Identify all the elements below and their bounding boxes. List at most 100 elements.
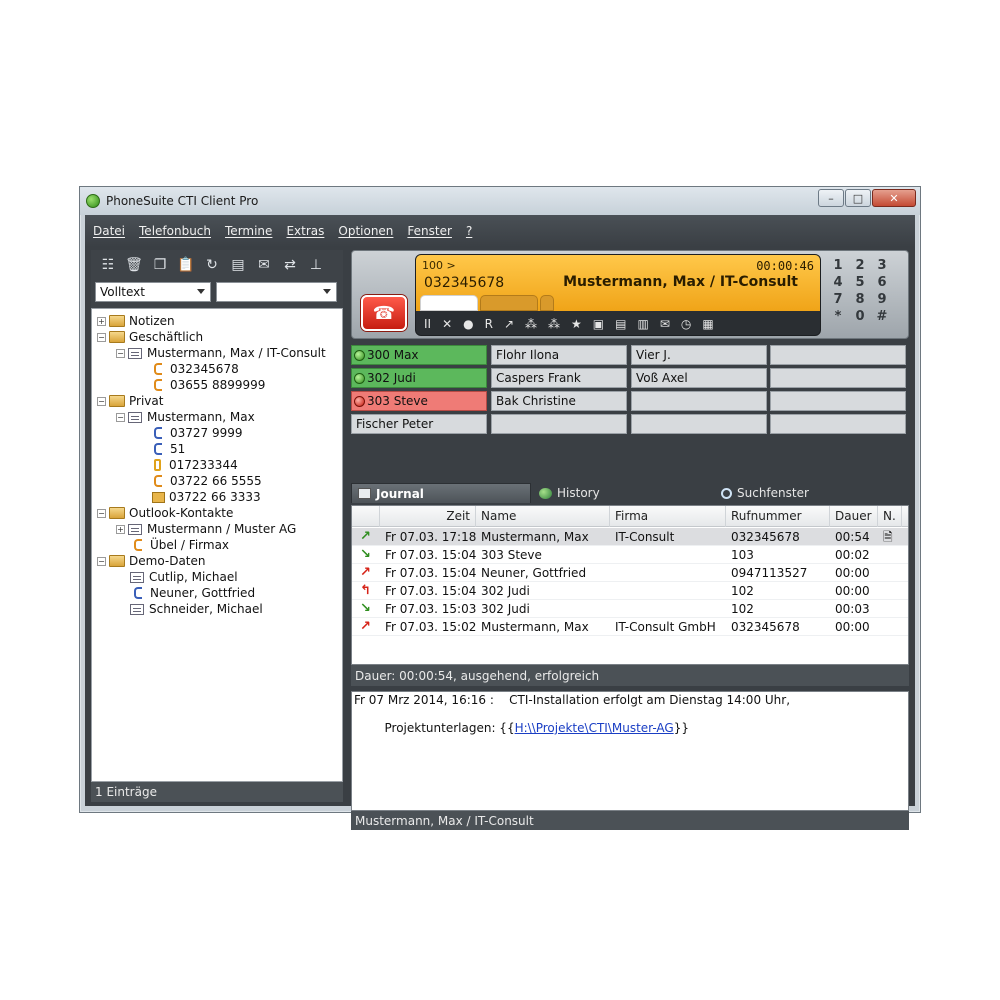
delete-icon[interactable]: 🗑 [125,256,143,274]
tree-node-contact[interactable]: − Mustermann, Max / IT-Consult [92,345,342,361]
tree-node-number[interactable]: 03655 8899999 [92,377,342,393]
recall-icon[interactable]: R [485,317,493,331]
expand-icon[interactable]: + [97,316,106,326]
table-row[interactable]: ↘ Fr 07.03. 15:04 303 Steve 103 00:02 [352,546,908,564]
close-button[interactable]: ✕ [872,189,916,207]
call-extension[interactable]: 100 > [422,259,456,272]
tree-node-contact[interactable]: + Mustermann / Muster AG [92,521,342,537]
mail-icon[interactable]: ✉ [255,256,273,274]
key-0[interactable]: 0 [850,309,870,325]
tree-node-contact[interactable]: Übel / Firmax [92,537,342,553]
tree-node-demo[interactable]: − Demo-Daten [92,553,342,569]
tree-node-contact[interactable]: Schneider, Michael [92,601,342,617]
key-5[interactable]: 5 [850,275,870,291]
key-3[interactable]: 3 [872,258,892,274]
blf-key[interactable]: Fischer Peter [351,414,487,434]
tree-node-privat[interactable]: − Privat [92,393,342,409]
minimize-button[interactable]: – [818,189,844,207]
tree-node-number[interactable]: 03722 66 3333 [92,489,342,505]
transfer-icon[interactable]: ↗ [504,317,514,331]
tree-node-contact[interactable]: − Mustermann, Max [92,409,342,425]
table-row[interactable]: ↗ Fr 07.03. 15:02 Mustermann, Max IT-Consul… [352,618,908,636]
drop-call-icon[interactable]: ✕ [442,317,452,331]
collapse-icon[interactable]: − [97,556,106,566]
phonebook-icon[interactable]: ▥ [637,317,648,331]
blf-key[interactable] [770,414,906,434]
call-tab-contact[interactable] [480,295,538,311]
key-2[interactable]: 2 [850,258,870,274]
tree-node-number[interactable]: 032345678 [92,361,342,377]
call-tab-extra[interactable] [540,295,554,311]
header-notes[interactable]: N. [878,506,902,527]
blf-key[interactable] [770,368,906,388]
menu-datei[interactable]: Datei [93,224,125,238]
tree-node-number[interactable]: 017233344 [92,457,342,473]
table-row[interactable]: ↰ Fr 07.03. 15:04 302 Judi 102 00:00 [352,582,908,600]
paste-icon[interactable]: 📋 [177,256,195,274]
favorite-icon[interactable]: ★ [571,317,582,331]
clock-icon[interactable]: ◷ [681,317,691,331]
menu-optionen[interactable]: Optionen [338,224,393,238]
expand-icon[interactable]: + [116,524,125,534]
hold-icon[interactable]: II [424,317,431,331]
blf-key[interactable] [770,391,906,411]
sync-icon[interactable]: ⇄ [281,256,299,274]
collapse-icon[interactable]: − [116,348,125,358]
conference-add-icon[interactable]: ⁂ [548,317,560,331]
conference-icon[interactable]: ⁂ [525,317,537,331]
call-tab-active[interactable] [420,295,478,311]
blf-key[interactable] [770,345,906,365]
tree-node-outlook[interactable]: − Outlook-Kontakte [92,505,342,521]
pin-icon[interactable]: ⊥ [307,256,325,274]
tree-node-notizen[interactable]: + Notizen [92,313,342,329]
key-6[interactable]: 6 [872,275,892,291]
menu-termine[interactable]: Termine [225,224,272,238]
mail-icon[interactable]: ✉ [660,317,670,331]
header-dauer[interactable]: Dauer [830,506,878,527]
refresh-icon[interactable]: ↻ [203,256,221,274]
blf-key[interactable]: 303 Steve [351,391,487,411]
blf-key[interactable]: 302 Judi [351,368,487,388]
blf-key[interactable] [631,391,767,411]
menu-extras[interactable]: Extras [286,224,324,238]
search-filter-select[interactable] [216,282,337,302]
collapse-icon[interactable]: − [97,332,106,342]
tree-node-geschaeftlich[interactable]: − Geschäftlich [92,329,342,345]
blf-key[interactable]: Voß Axel [631,368,767,388]
header-direction[interactable] [352,506,380,527]
key-8[interactable]: 8 [850,292,870,308]
key-star[interactable]: * [828,309,848,325]
tree-node-number[interactable]: 51 [92,441,342,457]
key-4[interactable]: 4 [828,275,848,291]
key-hash[interactable]: # [872,309,892,325]
menu-telefonbuch[interactable]: Telefonbuch [139,224,211,238]
contact-card-icon[interactable]: ▤ [615,317,626,331]
card-icon[interactable]: ▤ [229,256,247,274]
blf-key[interactable]: Bak Christine [491,391,627,411]
blf-key[interactable]: Flohr Ilona [491,345,627,365]
key-9[interactable]: 9 [872,292,892,308]
tab-history[interactable]: History [539,483,709,503]
tree-node-number[interactable]: 03722 66 5555 [92,473,342,489]
blf-key[interactable]: Caspers Frank [491,368,627,388]
header-name[interactable]: Name [476,506,610,527]
collapse-icon[interactable]: − [116,412,125,422]
calendar-icon[interactable]: ▦ [702,317,713,331]
collapse-icon[interactable]: − [97,508,106,518]
table-row[interactable]: ↗ Fr 07.03. 17:18 Mustermann, Max IT-Consul… [352,528,908,546]
project-link[interactable]: H:\\Projekte\CTI\Muster-AG [515,721,674,735]
menu-help[interactable]: ? [466,224,472,238]
header-firma[interactable]: Firma [610,506,726,527]
table-row[interactable]: ↗ Fr 07.03. 15:04 Neuner, Gottfried 0947113… [352,564,908,582]
copy-icon[interactable]: ❐ [151,256,169,274]
search-mode-select[interactable]: Volltext [95,282,211,302]
collapse-icon[interactable]: − [97,396,106,406]
tree-node-number[interactable]: 03727 9999 [92,425,342,441]
header-zeit[interactable]: Zeit [380,506,476,527]
blf-key[interactable]: 300 Max [351,345,487,365]
tab-journal[interactable]: Journal [351,483,531,503]
tree-node-contact[interactable]: Cutlip, Michael [92,569,342,585]
blf-key[interactable]: Vier J. [631,345,767,365]
maximize-button[interactable]: □ [845,189,871,207]
tree-node-contact[interactable]: Neuner, Gottfried [92,585,342,601]
